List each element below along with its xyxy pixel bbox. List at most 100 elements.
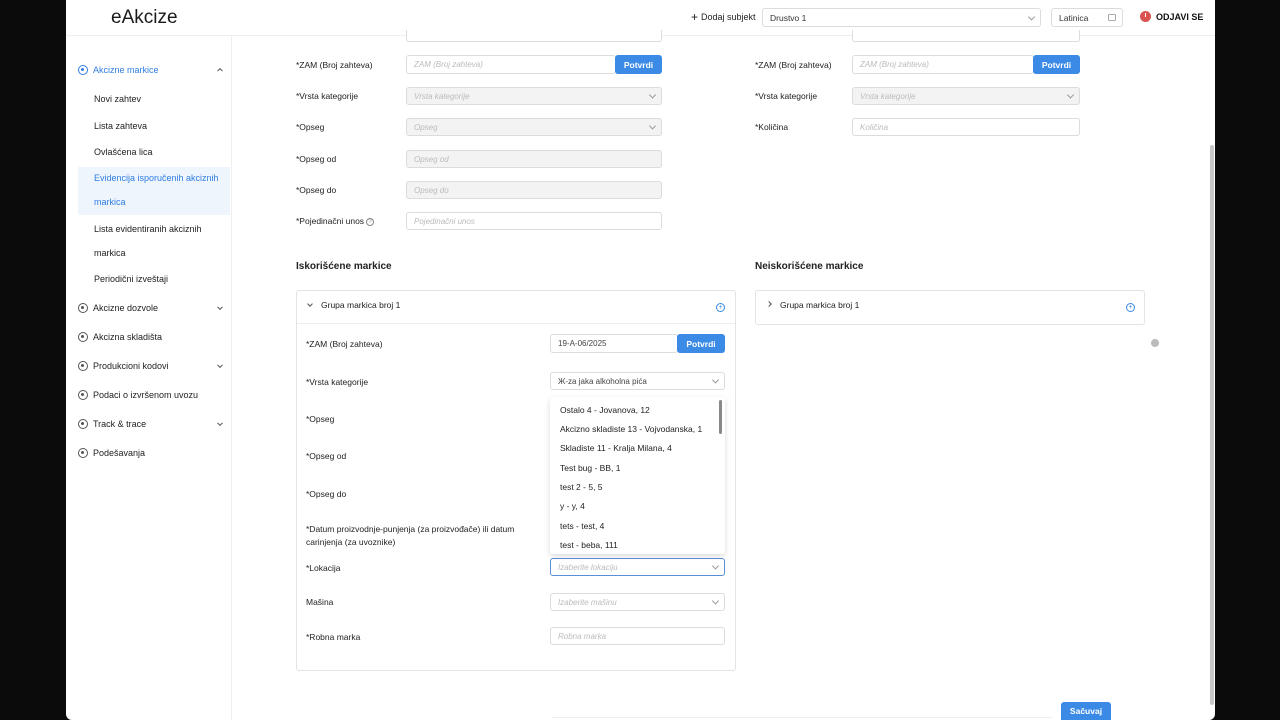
chevron-down-icon <box>217 420 223 427</box>
used-masina-placeholder: Izaberite mašinu <box>558 597 617 607</box>
plus-icon: + <box>691 9 699 24</box>
sidebar-item-produkcioni-kodovi[interactable]: Produkcioni kodovi <box>78 360 224 372</box>
clipped-input <box>406 30 662 42</box>
opseg-do-label: *Opseg do <box>296 185 337 195</box>
opseg-od-input[interactable]: Opseg od <box>406 150 662 168</box>
dropdown-option[interactable]: y - y, 4 <box>560 501 585 511</box>
used-lokacija-select[interactable]: Izaberite lokaciju <box>550 558 725 576</box>
sidebar-sub-novi-zahtev[interactable]: Novi zahtev <box>94 94 141 104</box>
company-select[interactable]: Drustvo 1 <box>762 8 1041 27</box>
sidebar-item-akcizne-dozvole[interactable]: Akcizne dozvole <box>78 302 224 314</box>
add-circle-icon[interactable]: + <box>716 303 725 312</box>
vrsta-select-right[interactable]: Vrsta kategorije <box>852 87 1080 105</box>
used-vrsta-label: *Vrsta kategorije <box>306 377 369 387</box>
used-robna-input[interactable]: Robna marka <box>550 627 725 645</box>
dropdown-option[interactable]: test 2 - 5, 5 <box>560 482 603 492</box>
sidebar-sub-periodicni[interactable]: Periodični izveštaji <box>94 274 168 284</box>
used-lokacija-label: *Lokacija <box>306 563 341 573</box>
pojedinacni-label: *Pojedinačni unos? <box>296 216 375 226</box>
chevron-right-icon <box>766 301 772 307</box>
chevron-down-icon <box>648 91 657 99</box>
opseg-label: *Opseg <box>296 122 325 132</box>
pojedinacni-input[interactable]: Pojedinačni unos <box>406 212 662 230</box>
used-vrsta-select[interactable]: Ж-za jaka alkoholna pića <box>550 372 725 390</box>
unused-group-title: Grupa markica broj 1 <box>780 300 860 310</box>
sidebar-item-label: Track & trace <box>93 419 147 429</box>
sidebar-sub-evidencija[interactable]: Evidencija isporučenih akciznih markica <box>94 166 219 214</box>
vrsta-placeholder-right: Vrsta kategorije <box>860 91 916 101</box>
sidebar-item-label: Podaci o izvršenom uvozu <box>93 390 199 400</box>
dropdown-option[interactable]: tets - test, 4 <box>560 521 604 531</box>
translate-icon <box>1108 14 1116 21</box>
gear-icon <box>78 332 88 342</box>
opseg-od-label: *Opseg od <box>296 154 337 164</box>
chevron-down-icon <box>1027 12 1036 21</box>
pojedinacni-label-text: *Pojedinačni unos <box>296 216 365 226</box>
sidebar-item-akcizne-markice[interactable]: Akcizne markice <box>78 64 224 76</box>
zam-input-right[interactable]: ZAM (Broj zahteva) <box>852 55 1034 74</box>
zam-input[interactable]: ZAM (Broj zahteva) <box>406 55 616 74</box>
sidebar-item-label: Produkcioni kodovi <box>93 361 169 371</box>
dropdown-option[interactable]: Test bug - BB, 1 <box>560 463 620 473</box>
clear-icon[interactable] <box>1151 339 1159 347</box>
chevron-down-icon <box>648 122 657 130</box>
dropdown-option[interactable]: Ostalo 4 - Jovanova, 12 <box>560 405 650 415</box>
add-subject-label: Dodaj subjekt <box>701 12 756 22</box>
unused-group-panel[interactable]: Grupa markica broj 1 + <box>755 290 1145 325</box>
used-zam-label: *ZAM (Broj zahteva) <box>306 339 383 349</box>
gear-icon <box>78 448 88 458</box>
sidebar-sub-label: Evidencija isporučenih akciznih <box>94 173 219 183</box>
used-masina-select[interactable]: Izaberite mašinu <box>550 593 725 611</box>
used-group-header[interactable]: Grupa markica broj 1 + <box>297 291 735 324</box>
used-confirm-button[interactable]: Potvrdi <box>677 334 725 353</box>
used-lokacija-placeholder: Izaberite lokaciju <box>558 562 618 572</box>
gear-icon <box>78 361 88 371</box>
app-window: eAkcize + Dodaj subjekt Drustvo 1 Latini… <box>66 0 1215 720</box>
language-select[interactable]: Latinica <box>1051 8 1123 27</box>
kolicina-label: *Količina <box>755 122 789 132</box>
dropdown-option[interactable]: Akcizno skladiste 13 - Vojvodanska, 1 <box>560 424 702 434</box>
confirm-button[interactable]: Potvrdi <box>615 55 662 74</box>
add-circle-icon[interactable]: + <box>1126 303 1135 312</box>
language-select-value: Latinica <box>1059 12 1089 23</box>
opseg-select[interactable]: Opseg <box>406 118 662 136</box>
sidebar-sub-lista-evidentiranih[interactable]: Lista evidentiranih akciznih markica <box>94 217 202 265</box>
used-robna-label: *Robna marka <box>306 632 361 642</box>
sidebar-sub-label: Lista evidentiranih akciznih <box>94 224 202 234</box>
sidebar-item-track-trace[interactable]: Track & trace <box>78 418 224 430</box>
chevron-up-icon <box>217 67 223 74</box>
save-button[interactable]: Sačuvaj <box>1061 702 1111 720</box>
vrsta-select[interactable]: Vrsta kategorije <box>406 87 662 105</box>
chevron-down-icon <box>711 376 720 384</box>
dropdown-option[interactable]: test - beba, 111 <box>560 540 618 550</box>
gear-icon <box>78 65 88 75</box>
dropdown-scrollbar[interactable] <box>719 400 722 434</box>
page-scrollbar[interactable] <box>1210 145 1214 705</box>
sidebar-sub-lista-zahteva[interactable]: Lista zahteva <box>94 121 147 131</box>
dropdown-option[interactable]: Skladiste 11 - Kralja Milana, 4 <box>560 443 672 453</box>
used-zam-input[interactable]: 19-A-06/2025 <box>550 334 678 353</box>
add-subject-button[interactable]: + Dodaj subjekt <box>691 9 756 24</box>
lokacija-dropdown: Ostalo 4 - Jovanova, 12 Akcizno skladist… <box>550 397 725 554</box>
used-datum-label-line: carinjenja (za uvoznike) <box>306 537 396 547</box>
chevron-down-icon <box>1066 91 1075 99</box>
sidebar-item-akcizna-skladista[interactable]: Akcizna skladišta <box>78 331 224 343</box>
logout-label: ODJAVI SE <box>1156 11 1204 22</box>
sidebar-item-label: Akcizna skladišta <box>93 332 163 342</box>
chevron-down-icon <box>217 304 223 311</box>
confirm-button-right[interactable]: Potvrdi <box>1033 55 1080 74</box>
used-datum-label: *Datum proizvodnje-punjenja (za proizvođ… <box>306 523 514 549</box>
info-icon[interactable]: ? <box>366 217 375 226</box>
used-opseg-do-label: *Opseg do <box>306 489 347 499</box>
opseg-do-input[interactable]: Opseg do <box>406 181 662 199</box>
app-logo: eAkcize <box>111 7 178 28</box>
clipped-input <box>852 30 1080 42</box>
used-masina-label: Mašina <box>306 597 334 607</box>
sidebar-item-podesavanja[interactable]: Podešavanja <box>78 447 224 459</box>
sidebar-sub-ovlascena-lica[interactable]: Ovlašćena lica <box>94 147 153 157</box>
zam-label: *ZAM (Broj zahteva) <box>296 60 373 70</box>
sidebar-item-podaci-uvoz[interactable]: Podaci o izvršenom uvozu <box>78 389 224 401</box>
kolicina-input[interactable]: Količina <box>852 118 1080 136</box>
logout-button[interactable]: ODJAVI SE <box>1140 11 1203 22</box>
used-vrsta-value: Ж-za jaka alkoholna pića <box>558 376 647 386</box>
